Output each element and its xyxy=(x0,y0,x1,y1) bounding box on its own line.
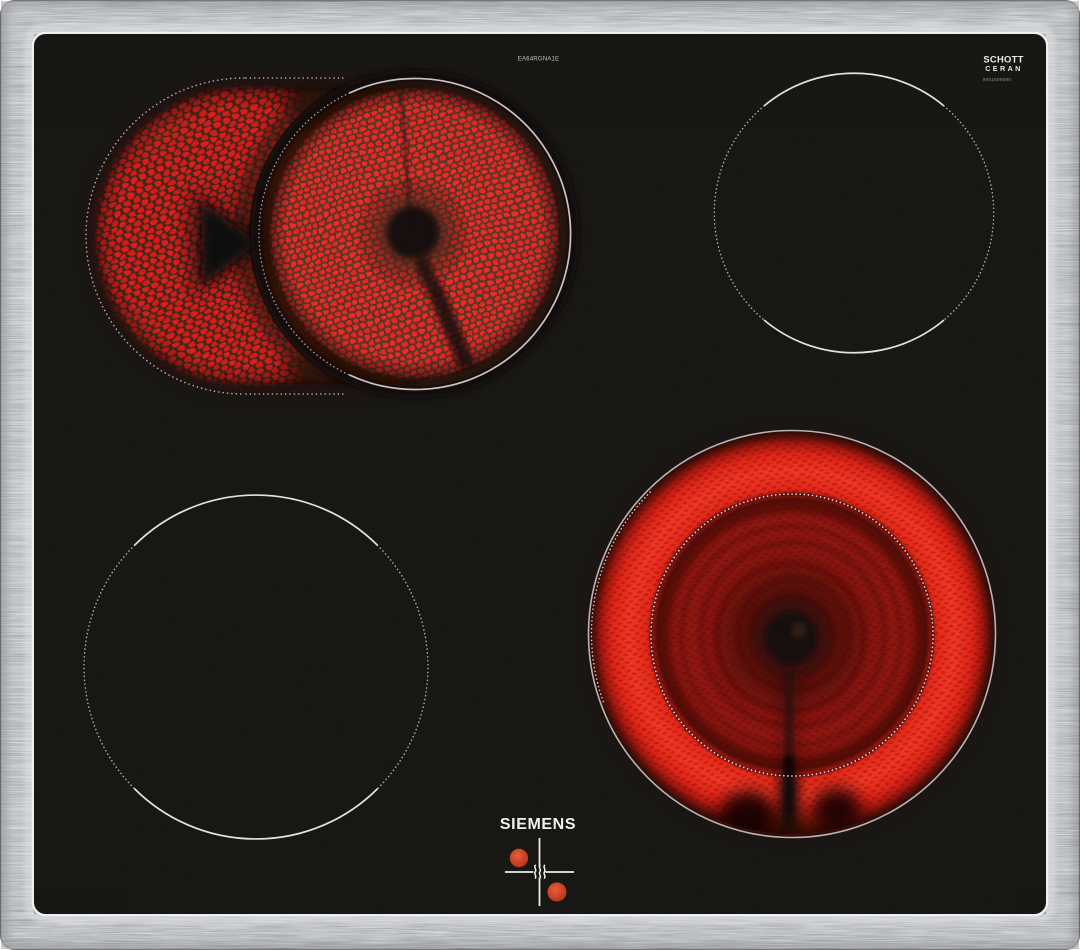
svg-text:SCHOTT: SCHOTT xyxy=(983,54,1023,65)
svg-text:CERAN: CERAN xyxy=(985,64,1023,73)
svg-text:9001609080: 9001609080 xyxy=(983,77,1012,82)
svg-text:EA64RGNA1E: EA64RGNA1E xyxy=(518,56,560,63)
svg-text:SIEMENS: SIEMENS xyxy=(500,816,576,833)
